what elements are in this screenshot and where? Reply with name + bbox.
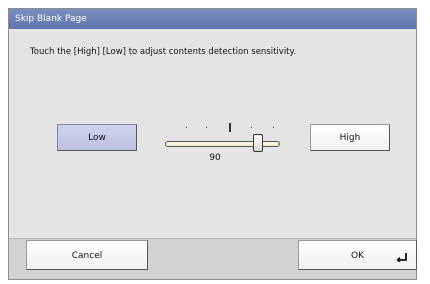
slider-thumb[interactable] xyxy=(253,134,263,152)
ok-button[interactable]: OK xyxy=(298,240,417,270)
enter-return-icon xyxy=(396,253,407,262)
cancel-button-label: Cancel xyxy=(71,251,103,261)
ok-button-label: OK xyxy=(351,251,364,261)
slider-tick xyxy=(251,127,252,128)
instruction-text: Touch the [High] [Low] to adjust content… xyxy=(30,47,297,57)
slider-tick xyxy=(186,127,187,128)
high-button[interactable]: High xyxy=(310,124,390,151)
slider-tick xyxy=(206,127,207,128)
slider-tick-center xyxy=(229,123,231,132)
window-title: Skip Blank Page xyxy=(9,9,416,29)
slider-tick xyxy=(273,127,274,128)
low-button[interactable]: Low xyxy=(57,124,137,151)
cancel-button[interactable]: Cancel xyxy=(26,240,148,270)
slider-value: 90 xyxy=(209,153,221,163)
